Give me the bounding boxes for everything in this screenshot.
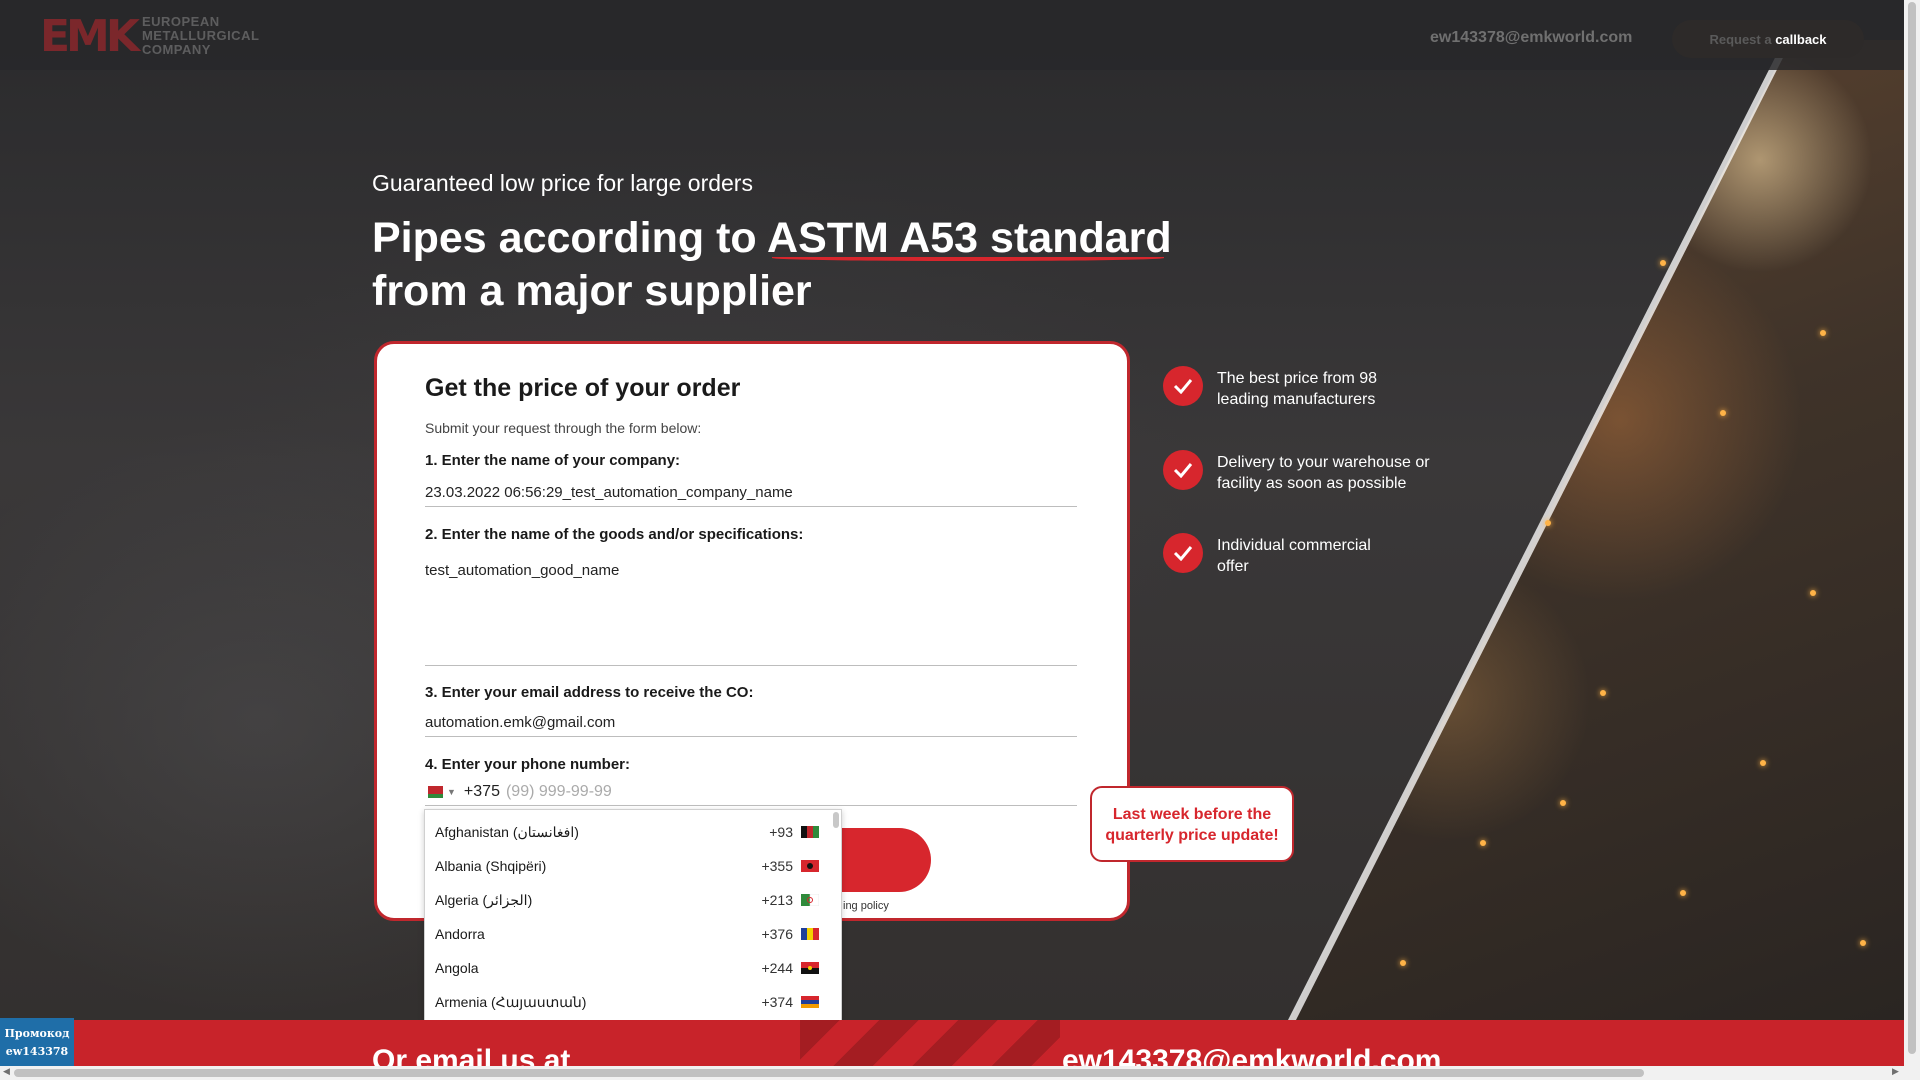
header-email-link[interactable]: ew143378@emkworld.com <box>1430 29 1632 47</box>
goods-label: 2. Enter the name of the goods and/or sp… <box>425 526 804 543</box>
andorra-flag-icon <box>801 928 819 940</box>
vertical-scrollbar-thumb[interactable] <box>1908 2 1916 1054</box>
form-description: Submit your request through the form bel… <box>425 420 702 436</box>
price-update-notice: Last week before the quarterly price upd… <box>1090 786 1294 862</box>
country-option[interactable]: Afghanistan (‫افغانستان‬‎) +93 <box>425 815 829 849</box>
email-us-heading: Or email us at <box>372 1044 571 1066</box>
benefit-item: The best price from 98 leading manufactur… <box>1163 366 1437 410</box>
dropdown-scrollbar[interactable] <box>833 812 839 828</box>
band-stripes <box>800 1020 1060 1066</box>
belarus-flag-icon[interactable] <box>425 785 443 798</box>
check-icon <box>1163 450 1203 490</box>
hero-subtitle: Guaranteed low price for large orders <box>372 170 753 196</box>
scroll-left-icon[interactable]: ◀ <box>3 1066 10 1077</box>
check-icon <box>1163 366 1203 406</box>
algeria-flag-icon <box>801 894 819 906</box>
policy-link[interactable]: ing policy <box>843 900 889 912</box>
title-underline <box>772 255 1164 261</box>
email-label: 3. Enter your email address to receive t… <box>425 684 754 701</box>
band-email-link[interactable]: ew143378@emkworld.com <box>1062 1044 1441 1066</box>
hero-title: Pipes according to ASTM A53 standard fro… <box>372 214 1172 315</box>
albania-flag-icon <box>801 860 819 872</box>
country-dropdown[interactable]: Afghanistan (‫افغانستان‬‎) +93 Albania (S… <box>424 809 842 1021</box>
scroll-right-icon[interactable]: ▶ <box>1892 1066 1899 1077</box>
request-callback-button[interactable]: Request a callback <box>1672 20 1864 58</box>
benefit-item: Delivery to your warehouse or facility as… <box>1163 450 1437 494</box>
phone-dial-code: +375 <box>463 782 500 800</box>
site-header: EMK EUROPEAN METALLURGICAL COMPANY ew143… <box>0 0 1904 70</box>
check-icon <box>1163 533 1203 573</box>
company-field[interactable] <box>425 479 1077 507</box>
email-us-band: Or email us at ew143378@emkworld.com <box>0 1020 1904 1066</box>
country-option[interactable]: Andorra +376 <box>425 917 829 951</box>
armenia-flag-icon <box>801 996 819 1008</box>
country-option[interactable]: Angola +244 <box>425 951 829 985</box>
logo-mark: EMK <box>40 10 140 62</box>
promo-code-badge[interactable]: Промокод ew143378 <box>0 1018 74 1068</box>
phone-label: 4. Enter your phone number: <box>425 756 631 773</box>
angola-flag-icon <box>801 962 819 974</box>
company-label: 1. Enter the name of your company: <box>425 452 681 469</box>
chevron-down-icon[interactable]: ▼ <box>447 787 456 797</box>
goods-field[interactable]: test_automation_good_name <box>425 556 1077 666</box>
country-option[interactable]: Armenia (Հայաստան) +374 <box>425 985 829 1019</box>
company-logo[interactable]: EMK EUROPEAN METALLURGICAL COMPANY <box>40 10 260 62</box>
phone-field-row: ▼ +375 <box>425 778 1077 806</box>
afghanistan-flag-icon <box>801 826 819 838</box>
country-option[interactable]: Albania (Shqipëri) +355 <box>425 849 829 883</box>
email-field[interactable] <box>425 709 1077 737</box>
benefit-item: Individual commercial offer <box>1163 533 1437 577</box>
form-title: Get the price of your order <box>425 374 741 402</box>
logo-text: EUROPEAN METALLURGICAL COMPANY <box>141 14 260 57</box>
country-option[interactable]: Algeria (‫الجزائر‬‎) +213 <box>425 883 829 917</box>
horizontal-scrollbar-thumb[interactable] <box>14 1069 1644 1077</box>
phone-input[interactable] <box>505 782 906 801</box>
